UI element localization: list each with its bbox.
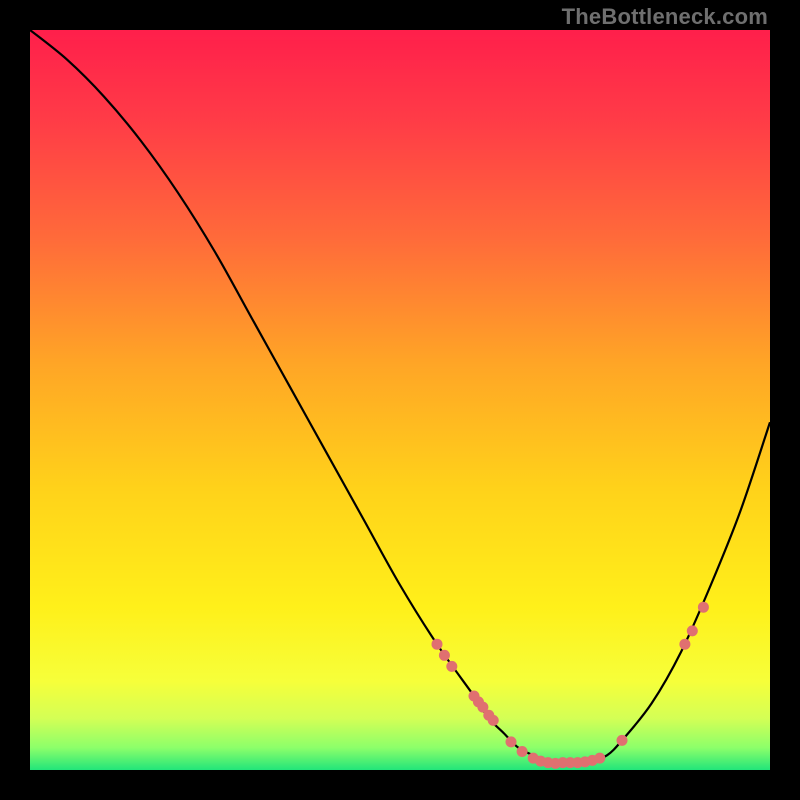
data-marker xyxy=(698,602,709,613)
data-marker xyxy=(488,715,499,726)
data-marker xyxy=(432,639,443,650)
curve-layer xyxy=(30,30,770,770)
data-marker xyxy=(439,650,450,661)
chart-frame: TheBottleneck.com xyxy=(0,0,800,800)
data-marker xyxy=(517,746,528,757)
data-marker xyxy=(506,736,517,747)
bottleneck-curve xyxy=(30,30,770,763)
data-marker xyxy=(446,661,457,672)
data-marker xyxy=(679,639,690,650)
data-markers xyxy=(432,602,709,769)
plot-area xyxy=(30,30,770,770)
data-marker xyxy=(617,735,628,746)
data-marker xyxy=(687,625,698,636)
watermark-text: TheBottleneck.com xyxy=(562,4,768,30)
data-marker xyxy=(594,753,605,764)
